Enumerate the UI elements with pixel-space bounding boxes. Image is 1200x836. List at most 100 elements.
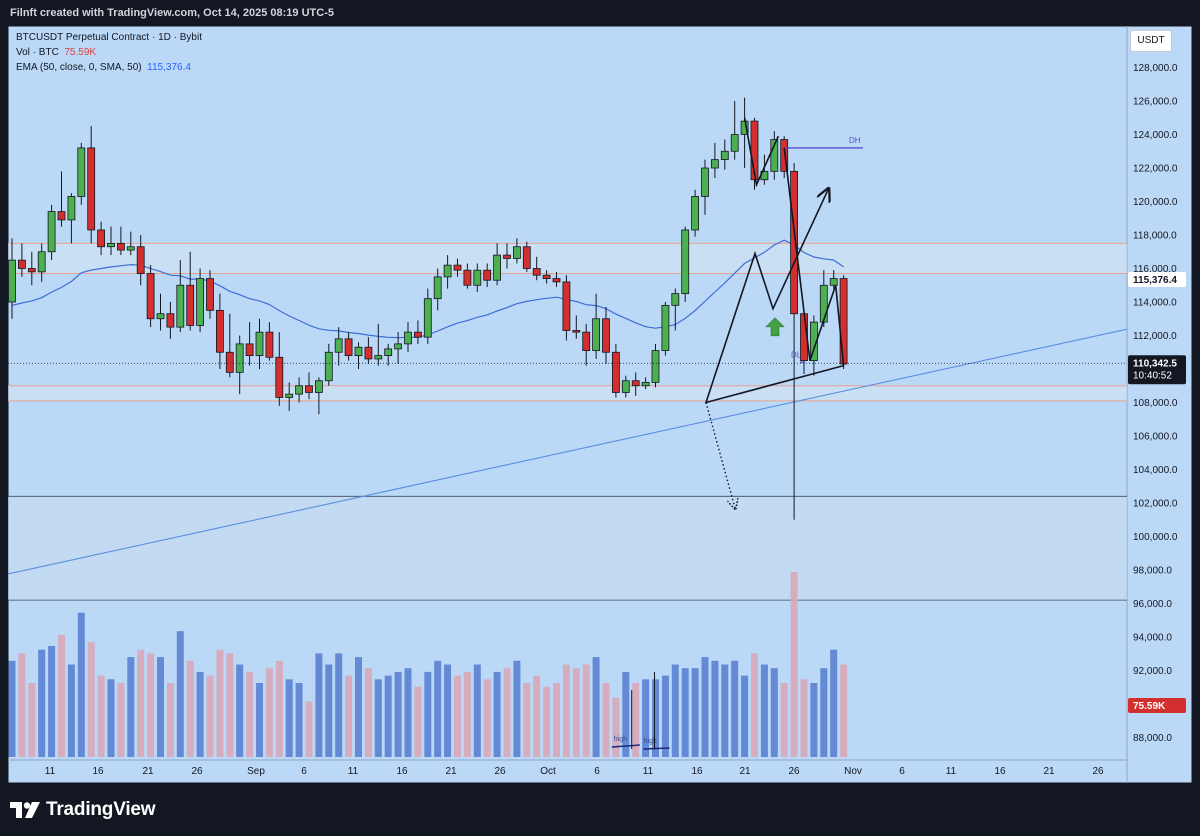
- candle-bullish[interactable]: [126, 246, 135, 251]
- candle-bearish[interactable]: [215, 309, 224, 353]
- candle-bearish[interactable]: [27, 268, 36, 273]
- candle-bullish[interactable]: [443, 264, 452, 278]
- candle-bearish[interactable]: [612, 351, 620, 393]
- candle-bearish[interactable]: [453, 264, 462, 271]
- candle-bullish[interactable]: [314, 380, 323, 393]
- volume-bar: [503, 668, 511, 757]
- candle-bullish[interactable]: [285, 393, 294, 398]
- candle-bearish[interactable]: [344, 338, 353, 357]
- candle-bearish[interactable]: [146, 273, 155, 320]
- candle-bullish[interactable]: [681, 229, 690, 295]
- candle-bullish[interactable]: [176, 284, 185, 328]
- candle-bearish[interactable]: [631, 380, 640, 387]
- candle-bullish[interactable]: [374, 355, 383, 360]
- legend-ema[interactable]: EMA (50, close, 0, SMA, 50) 115,376.4: [16, 60, 202, 75]
- tradingview-logo[interactable]: TradingView: [10, 799, 156, 821]
- high-marker-line-2[interactable]: [643, 747, 670, 750]
- volume-bar: [157, 657, 164, 757]
- candle-bearish[interactable]: [97, 229, 105, 248]
- candle-bearish[interactable]: [136, 246, 145, 274]
- resistance-zone[interactable]: [8, 243, 1127, 274]
- candle-bullish[interactable]: [691, 196, 699, 231]
- candle-bearish[interactable]: [87, 147, 96, 231]
- last-price-label[interactable]: 110,342.510:40:52: [1128, 355, 1186, 385]
- candle-bearish[interactable]: [572, 330, 581, 333]
- candle-bearish[interactable]: [17, 259, 26, 269]
- candle-bullish[interactable]: [324, 351, 333, 382]
- candle-bullish[interactable]: [334, 338, 343, 353]
- candle-bullish[interactable]: [235, 343, 244, 373]
- candle-bullish[interactable]: [384, 348, 393, 356]
- candle-bullish[interactable]: [829, 278, 838, 286]
- volume-price-label[interactable]: 75.59K: [1128, 698, 1186, 713]
- candle-bullish[interactable]: [404, 331, 412, 345]
- candle-bullish[interactable]: [701, 167, 709, 197]
- candle-bearish[interactable]: [463, 269, 472, 286]
- candle-bearish[interactable]: [522, 246, 531, 269]
- legend-symbol[interactable]: BTCUSDT Perpetual Contract · 1D · Bybit: [16, 30, 202, 45]
- candle-bullish[interactable]: [77, 147, 86, 197]
- candle-bearish[interactable]: [305, 385, 313, 393]
- candle-bullish[interactable]: [513, 246, 521, 259]
- tradingview-logo-text: TradingView: [46, 799, 156, 820]
- candle-bullish[interactable]: [47, 211, 56, 253]
- currency-unit-button[interactable]: USDT: [1130, 30, 1172, 52]
- candle-bullish[interactable]: [651, 350, 660, 383]
- ema-price-label[interactable]: 115,376.4: [1128, 271, 1186, 287]
- candle-bullish[interactable]: [720, 150, 729, 161]
- candle-bearish[interactable]: [582, 331, 591, 351]
- candle-bullish[interactable]: [423, 298, 432, 338]
- candle-bearish[interactable]: [57, 211, 66, 221]
- price-chart[interactable]: DHDLhigh high 128,000.0126,000.0124,000.0…: [0, 0, 1200, 836]
- candle-bearish[interactable]: [364, 346, 373, 360]
- candle-bearish[interactable]: [503, 254, 511, 259]
- candle-bullish[interactable]: [592, 318, 600, 351]
- volume-bar: [117, 683, 125, 757]
- candle-bearish[interactable]: [225, 351, 234, 373]
- volume-bar: [810, 683, 818, 757]
- candle-bearish[interactable]: [542, 274, 551, 279]
- candle-bullish[interactable]: [711, 159, 719, 169]
- candle-bullish[interactable]: [255, 331, 264, 356]
- candle-bearish[interactable]: [166, 313, 175, 328]
- legend-volume[interactable]: Vol · BTC 75.59K: [16, 45, 202, 60]
- candle-bearish[interactable]: [265, 331, 274, 358]
- candle-bearish[interactable]: [532, 268, 541, 276]
- candle-bullish[interactable]: [493, 254, 502, 281]
- candle-bullish[interactable]: [433, 276, 442, 300]
- candle-bullish[interactable]: [641, 381, 650, 387]
- candle-bullish[interactable]: [8, 259, 16, 303]
- candle-bullish[interactable]: [295, 385, 304, 395]
- candle-bearish[interactable]: [245, 343, 254, 356]
- candle-bullish[interactable]: [37, 251, 46, 273]
- candle-bullish[interactable]: [156, 313, 165, 320]
- support-zone[interactable]: [8, 385, 1127, 401]
- candle-bullish[interactable]: [67, 196, 76, 221]
- candle-bearish[interactable]: [483, 269, 492, 281]
- candle-bullish[interactable]: [621, 380, 630, 393]
- candle-bullish[interactable]: [661, 304, 670, 351]
- lower-target-box[interactable]: [8, 496, 1127, 601]
- candle-bullish[interactable]: [473, 269, 482, 286]
- candle-bearish[interactable]: [839, 278, 848, 365]
- volume-bar: [364, 668, 372, 757]
- candle-bullish[interactable]: [354, 346, 363, 357]
- volume-bar: [434, 660, 442, 757]
- candle-bullish[interactable]: [394, 343, 403, 350]
- candle-bearish[interactable]: [186, 284, 195, 326]
- candle-bearish[interactable]: [790, 170, 798, 315]
- candle-bullish[interactable]: [819, 284, 828, 323]
- candle-bearish[interactable]: [206, 278, 214, 311]
- volume-bar: [721, 664, 729, 757]
- candle-bullish[interactable]: [730, 134, 739, 152]
- candle-bearish[interactable]: [552, 278, 561, 283]
- volume-bar: [48, 646, 56, 757]
- candle-bullish[interactable]: [671, 293, 680, 306]
- candle-bearish[interactable]: [117, 242, 125, 251]
- candle-bearish[interactable]: [562, 281, 571, 331]
- candle-bearish[interactable]: [602, 318, 610, 353]
- candle-bullish[interactable]: [107, 242, 115, 248]
- candle-bullish[interactable]: [196, 278, 205, 326]
- candle-bearish[interactable]: [413, 331, 422, 338]
- volume-bar: [533, 675, 541, 757]
